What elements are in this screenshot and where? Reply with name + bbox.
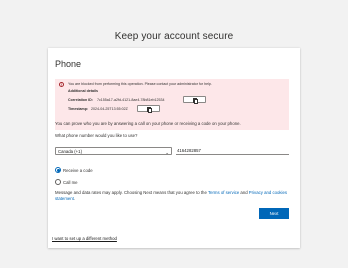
receive-code-option[interactable]: Receive a code (55, 167, 93, 173)
copy-icon (192, 97, 199, 104)
receive-code-label: Receive a code (63, 167, 93, 173)
copy-icon (146, 106, 153, 113)
next-button[interactable]: Next (259, 208, 289, 219)
error-message: You are blocked from performing this ope… (68, 82, 212, 86)
terms-and: and (239, 190, 249, 195)
page-title: Keep your account secure (114, 31, 234, 42)
intro-text: You can prove who you are by answering a… (55, 121, 241, 126)
timestamp-value: 2024-04-25T13:55:02Z (91, 107, 128, 111)
copy-timestamp-button[interactable] (137, 105, 160, 113)
call-me-radio[interactable] (55, 179, 61, 185)
setup-card: Phone ! You are blocked from performing … (48, 48, 300, 248)
call-me-label: Call me (63, 179, 78, 185)
country-select-value: Canada (+1) (58, 149, 83, 154)
card-title: Phone (55, 59, 82, 69)
terms-text: Message and data rates may apply. Choosi… (55, 190, 295, 202)
country-select[interactable]: Canada (+1) ⌄ (55, 147, 172, 155)
phone-question: What phone number would you like to use? (55, 133, 138, 138)
correlation-id-label: Correlation ID: (68, 98, 93, 102)
copy-correlation-button[interactable] (183, 96, 206, 104)
error-details-heading: Additional details (68, 89, 98, 93)
error-icon: ! (59, 82, 64, 87)
phone-number-input[interactable] (176, 147, 289, 155)
terms-of-service-link[interactable]: Terms of service (208, 190, 239, 195)
terms-suffix: . (73, 196, 76, 201)
receive-code-radio[interactable] (55, 167, 61, 173)
terms-prefix: Message and data rates may apply. Choosi… (55, 190, 208, 195)
timestamp-label: Timestamp: (68, 107, 89, 111)
call-me-option[interactable]: Call me (55, 179, 78, 185)
chevron-down-icon: ⌄ (165, 149, 169, 155)
correlation-id-value: 7c155a17-a2fd-4121-8ae4-78b81eb12534 (97, 98, 165, 102)
different-method-link[interactable]: I want to set up a different method (52, 236, 117, 241)
